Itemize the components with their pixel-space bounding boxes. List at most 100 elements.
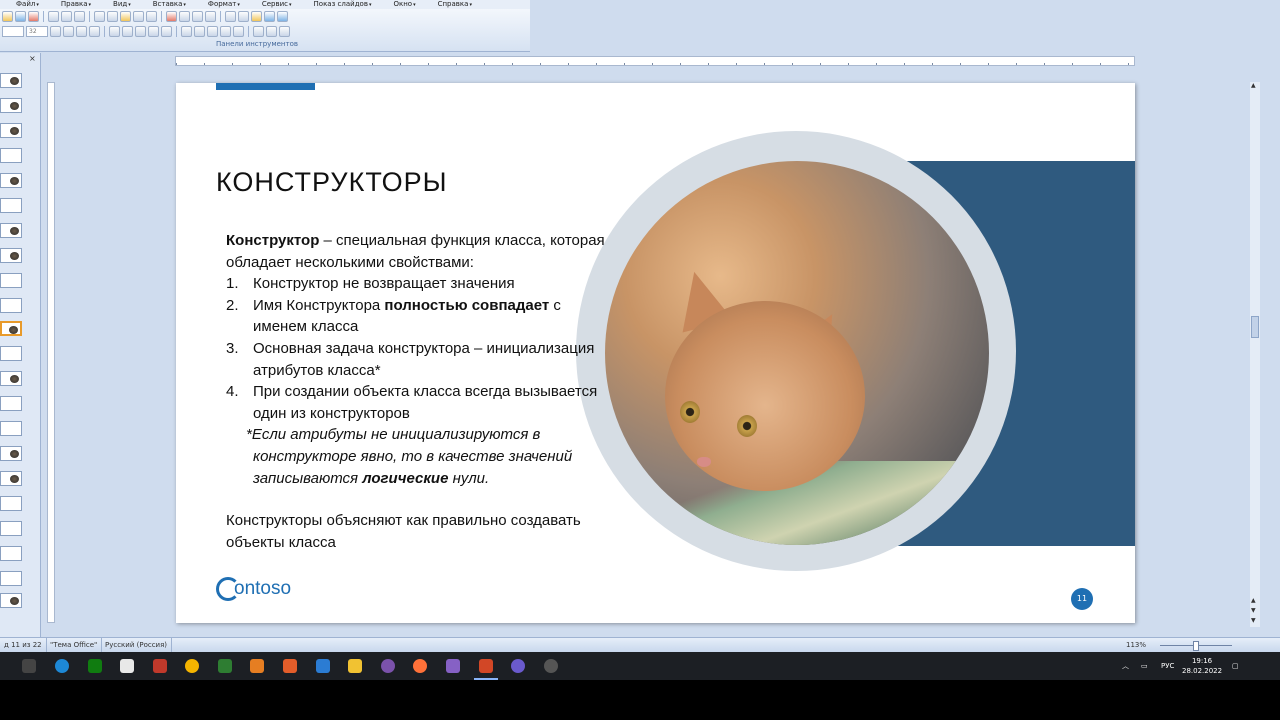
xbox-icon[interactable] [88,659,102,673]
save-icon[interactable] [15,11,26,22]
slide-thumbnail[interactable] [0,421,22,436]
network-icon[interactable]: ▭ [1141,652,1148,680]
bold-icon[interactable] [50,26,61,37]
settings-icon[interactable] [544,659,558,673]
italic-icon[interactable] [63,26,74,37]
zoom-app-icon[interactable] [316,659,330,673]
textbox-icon[interactable] [225,11,236,22]
scrollbar-thumb[interactable] [1251,316,1259,338]
theme-name[interactable]: "Тема Office" [46,638,103,652]
increase-font-icon[interactable] [181,26,192,37]
edge-icon[interactable] [55,659,69,673]
menu-edit[interactable]: Правка [45,0,97,9]
menu-file[interactable]: Файл [0,0,45,9]
cat-photo[interactable] [605,161,989,545]
design-icon[interactable] [253,26,264,37]
shape-icon[interactable] [238,11,249,22]
grid-icon[interactable] [205,11,216,22]
slide-thumbnail[interactable] [0,546,22,561]
github-icon[interactable] [381,659,395,673]
redo-icon[interactable] [146,11,157,22]
firefox-icon[interactable] [413,659,427,673]
slide-thumbnail[interactable] [0,273,22,288]
slide-body-text[interactable]: Конструктор – специальная функция класса… [226,230,606,553]
slide-thumbnail[interactable] [0,73,22,88]
format-painter-icon[interactable] [120,11,131,22]
menu-help[interactable]: Справка [422,0,478,9]
zoom-icon[interactable] [264,11,275,22]
slide-thumbnail[interactable] [0,446,22,461]
print-icon[interactable] [28,11,39,22]
folder-icon[interactable] [348,659,362,673]
spreadsheet-icon[interactable] [218,659,232,673]
new-icon[interactable] [2,11,13,22]
underline-icon[interactable] [76,26,87,37]
slide-thumbnail[interactable] [0,521,22,536]
align-right-icon[interactable] [135,26,146,37]
preview-icon[interactable] [61,11,72,22]
slide-thumbnail[interactable] [0,198,22,213]
slide-thumbnail[interactable] [0,223,22,238]
store-icon[interactable] [120,659,134,673]
columns-icon[interactable] [192,11,203,22]
new-slide-icon[interactable] [266,26,277,37]
scroll-up-icon[interactable]: ▲ [1251,82,1256,89]
copy-icon[interactable] [74,11,85,22]
slide-thumbnail[interactable] [0,173,22,188]
chart-icon[interactable] [166,11,177,22]
slide-thumbnail[interactable] [0,593,22,608]
help-icon[interactable] [277,11,288,22]
font-name-combo[interactable] [2,26,24,37]
scroll-down-icon[interactable]: ▼ [1251,617,1256,624]
app-icon[interactable] [283,659,297,673]
sublime-icon[interactable] [250,659,264,673]
powerpoint-icon[interactable] [479,659,493,673]
slide-thumbnail[interactable] [0,571,22,586]
align-center-icon[interactable] [122,26,133,37]
numbering-icon[interactable] [148,26,159,37]
slide-thumbnail[interactable] [0,98,22,113]
slide-thumbnail[interactable] [0,123,22,138]
font-color-icon[interactable] [233,26,244,37]
cut-icon[interactable] [94,11,105,22]
menu-tools[interactable]: Сервис [246,0,298,9]
media-icon[interactable] [153,659,167,673]
folder-icon[interactable] [251,11,262,22]
font-size-combo[interactable]: 32 [26,26,48,37]
shadow-icon[interactable] [89,26,100,37]
slide-thumbnail[interactable] [0,346,22,361]
menu-window[interactable]: Окно [377,0,421,9]
language-indicator[interactable]: Русский (Россия) [101,638,173,652]
vertical-scrollbar[interactable]: ▲ ▲ ▼ ▼ [1250,82,1260,627]
previous-slide-icon[interactable]: ▲ [1251,597,1256,604]
slide-thumbnail[interactable] [0,396,22,411]
obs-icon[interactable] [511,659,525,673]
align-left-icon[interactable] [109,26,120,37]
table-icon[interactable] [179,11,190,22]
close-icon[interactable]: × [29,54,36,63]
chrome-icon[interactable] [185,659,199,673]
slide-thumbnail-selected[interactable] [0,321,22,336]
slide-thumbnail[interactable] [0,471,22,486]
slide-thumbnail[interactable] [0,248,22,263]
spelling-icon[interactable] [48,11,59,22]
task-view-icon[interactable] [22,659,36,673]
layout-icon[interactable] [279,26,290,37]
menu-insert[interactable]: Вставка [137,0,192,9]
next-slide-icon[interactable]: ▼ [1251,607,1256,614]
zoom-slider-knob[interactable] [1193,641,1199,651]
slide-title[interactable]: КОНСТРУКТОРЫ [216,167,448,198]
keyboard-language[interactable]: РУС [1161,652,1174,680]
slide-thumbnail[interactable] [0,496,22,511]
decrease-font-icon[interactable] [194,26,205,37]
menu-view[interactable]: Вид [97,0,137,9]
slide-thumbnail[interactable] [0,298,22,313]
menu-format[interactable]: Формат [192,0,246,9]
zoom-level[interactable]: 113% [1126,638,1146,652]
menu-slideshow[interactable]: Показ слайдов [298,0,378,9]
slide-canvas[interactable]: КОНСТРУКТОРЫ Конструктор – специальная ф… [176,83,1135,623]
undo-icon[interactable] [133,11,144,22]
indent-icon[interactable] [207,26,218,37]
notification-icon[interactable]: ▢ [1232,652,1239,680]
slide-thumbnail[interactable] [0,148,22,163]
